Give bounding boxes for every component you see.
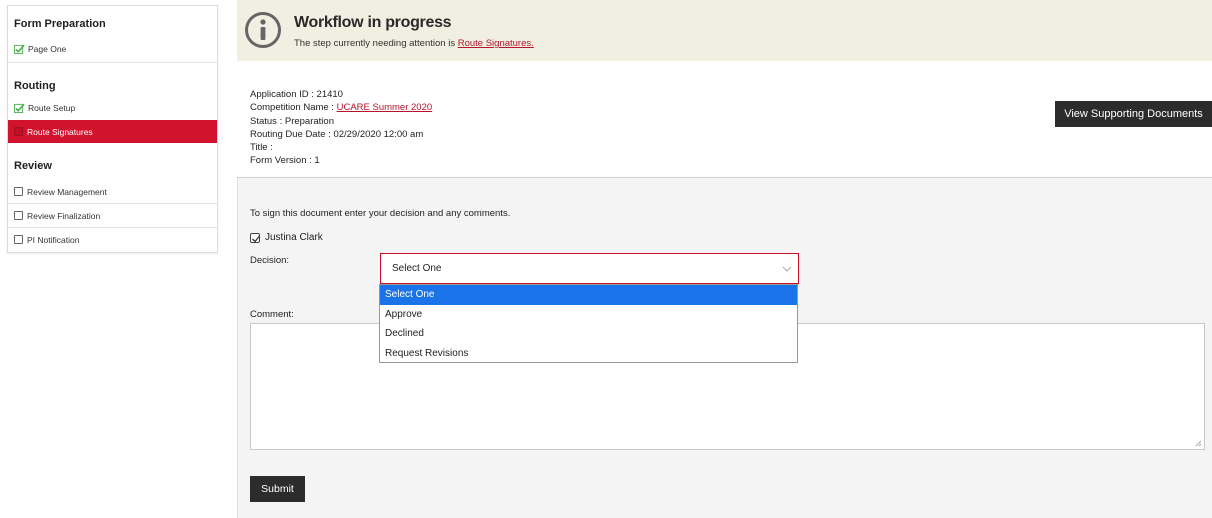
info-icon [245,12,281,48]
banner-subtitle-text: The step currently needing attention is [294,38,458,49]
section-title-review: Review [14,160,52,172]
sidebar-item-review-finalization[interactable]: Review Finalization [8,204,217,227]
sidebar-item-pi-notification[interactable]: PI Notification [8,228,217,251]
checkmark-icon [252,235,261,242]
divider [8,62,217,63]
sidebar-item-label: PI Notification [27,234,80,245]
sidebar-nav: Form Preparation Page One Routing Route … [7,5,218,253]
title: Title : [250,142,273,154]
signer-name: Justina Clark [265,232,323,243]
sidebar-item-label: Review Management [27,186,107,197]
decision-select[interactable]: Select One [380,253,799,284]
check-icon [14,44,25,54]
checkbox-icon [14,187,23,196]
checkbox-icon [14,211,23,220]
decision-option-approve[interactable]: Approve [380,305,797,325]
section-title-form-preparation: Form Preparation [14,18,106,30]
decision-option-request-revisions[interactable]: Request Revisions [380,344,797,364]
section-title-routing: Routing [14,80,56,92]
decision-dropdown-list: Select One Approve Declined Request Revi… [379,284,798,363]
chevron-down-icon [782,266,792,272]
sidebar-item-page-one[interactable]: Page One [8,37,217,60]
routing-due-date: Routing Due Date : 02/29/2020 12:00 am [250,128,424,140]
competition-link[interactable]: UCARE Summer 2020 [337,102,433,113]
application-id: Application ID : 21410 [250,89,343,100]
sidebar-item-label: Route Signatures [27,126,93,137]
competition-name: Competition Name : UCARE Summer 2020 [250,102,433,114]
checkbox-icon [14,235,23,244]
banner-title: Workflow in progress [294,14,452,31]
submit-button[interactable]: Submit [250,476,305,502]
view-supporting-documents-button[interactable]: View Supporting Documents [1055,101,1212,127]
status: Status : Preparation [250,115,334,127]
decision-selected-value: Select One [392,263,442,274]
decision-label: Decision: [250,255,290,266]
checkbox-icon [14,127,23,136]
application-info: Application ID : 21410 Competition Name … [250,88,432,168]
sidebar-item-route-setup[interactable]: Route Setup [8,96,217,119]
form-version: Form Version : 1 [250,155,320,167]
decision-option-select-one[interactable]: Select One [380,285,797,305]
banner-subtitle: The step currently needing attention is … [294,38,534,49]
signer-row: Justina Clark [250,232,323,243]
signature-instructions: To sign this document enter your decisio… [250,208,511,219]
sidebar-item-review-management[interactable]: Review Management [8,180,217,203]
sidebar-item-label: Page One [28,43,67,54]
check-icon [14,103,25,113]
sidebar-item-route-signatures[interactable]: Route Signatures [8,120,217,143]
sidebar-item-label: Review Finalization [27,210,101,221]
signer-checkbox[interactable] [250,232,261,243]
comment-label: Comment: [250,309,294,320]
sidebar-item-label: Route Setup [28,102,76,113]
workflow-banner: Workflow in progress The step currently … [237,0,1212,61]
decision-option-declined[interactable]: Declined [380,324,797,344]
route-signatures-link[interactable]: Route Signatures. [458,38,534,49]
resize-grip-icon[interactable] [1195,440,1202,447]
